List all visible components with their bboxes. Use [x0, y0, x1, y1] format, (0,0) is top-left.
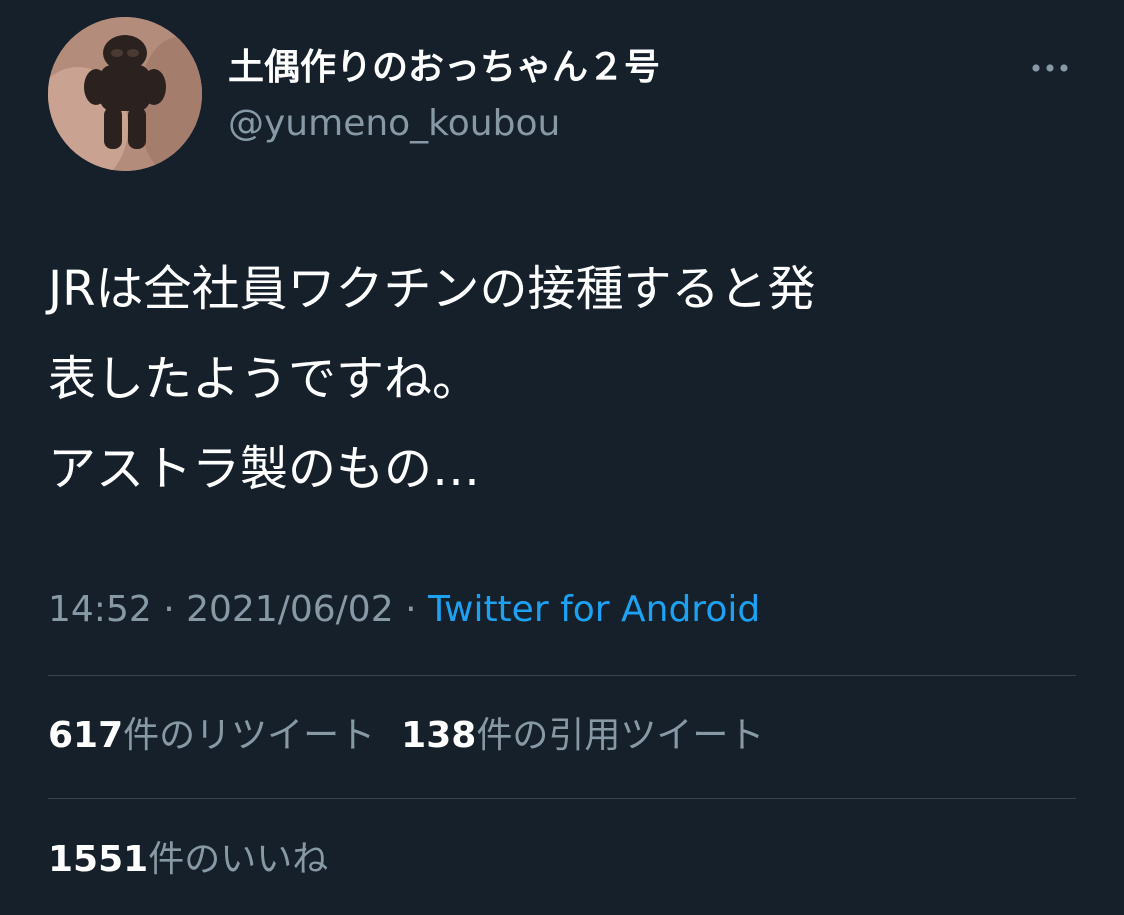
quote-tweets-count: 138 — [401, 715, 477, 756]
divider — [48, 675, 1076, 676]
tweet-meta: 14:52 · 2021/06/02 · Twitter for Android — [48, 586, 760, 634]
retweets-count: 617 — [48, 715, 124, 756]
tweet-text-line: アストラ製のもの… — [48, 441, 481, 497]
meta-separator: · — [405, 589, 417, 630]
display-name[interactable]: 土偶作りのおっちゃん２号 — [228, 44, 660, 92]
likes-label: 件のいいね — [148, 839, 329, 880]
avatar[interactable] — [48, 17, 202, 171]
tweet-text-line: 表したようですね。 — [48, 351, 481, 407]
meta-separator: · — [163, 589, 175, 630]
avatar-image — [48, 17, 202, 171]
tweet-text-line: JRは全社員ワクチンの接種すると発 — [48, 261, 816, 317]
quote-tweets-stat[interactable]: 138件の引用ツイート — [401, 712, 764, 760]
tweet-detail: 土偶作りのおっちゃん２号 @yumeno_koubou JRは全社員ワクチンの接… — [0, 0, 1124, 915]
tweet-time[interactable]: 14:52 — [48, 589, 152, 630]
divider — [48, 798, 1076, 799]
likes-row: 1551件のいいね — [48, 836, 354, 884]
retweets-stat[interactable]: 617件のリツイート — [48, 712, 375, 760]
quote-tweets-label: 件の引用ツイート — [476, 715, 765, 756]
more-horizontal-icon — [1032, 64, 1068, 72]
retweets-label: 件のリツイート — [123, 715, 376, 756]
more-button[interactable] — [1024, 52, 1076, 84]
user-handle[interactable]: @yumeno_koubou — [228, 100, 560, 148]
likes-stat[interactable]: 1551件のいいね — [48, 836, 328, 884]
likes-count: 1551 — [48, 839, 149, 880]
tweet-date[interactable]: 2021/06/02 — [186, 589, 394, 630]
tweet-text: JRは全社員ワクチンの接種すると発 表したようですね。 アストラ製のもの… — [48, 244, 1078, 514]
engagement-stats: 617件のリツイート 138件の引用ツイート — [48, 712, 790, 760]
tweet-source-link[interactable]: Twitter for Android — [428, 589, 760, 630]
